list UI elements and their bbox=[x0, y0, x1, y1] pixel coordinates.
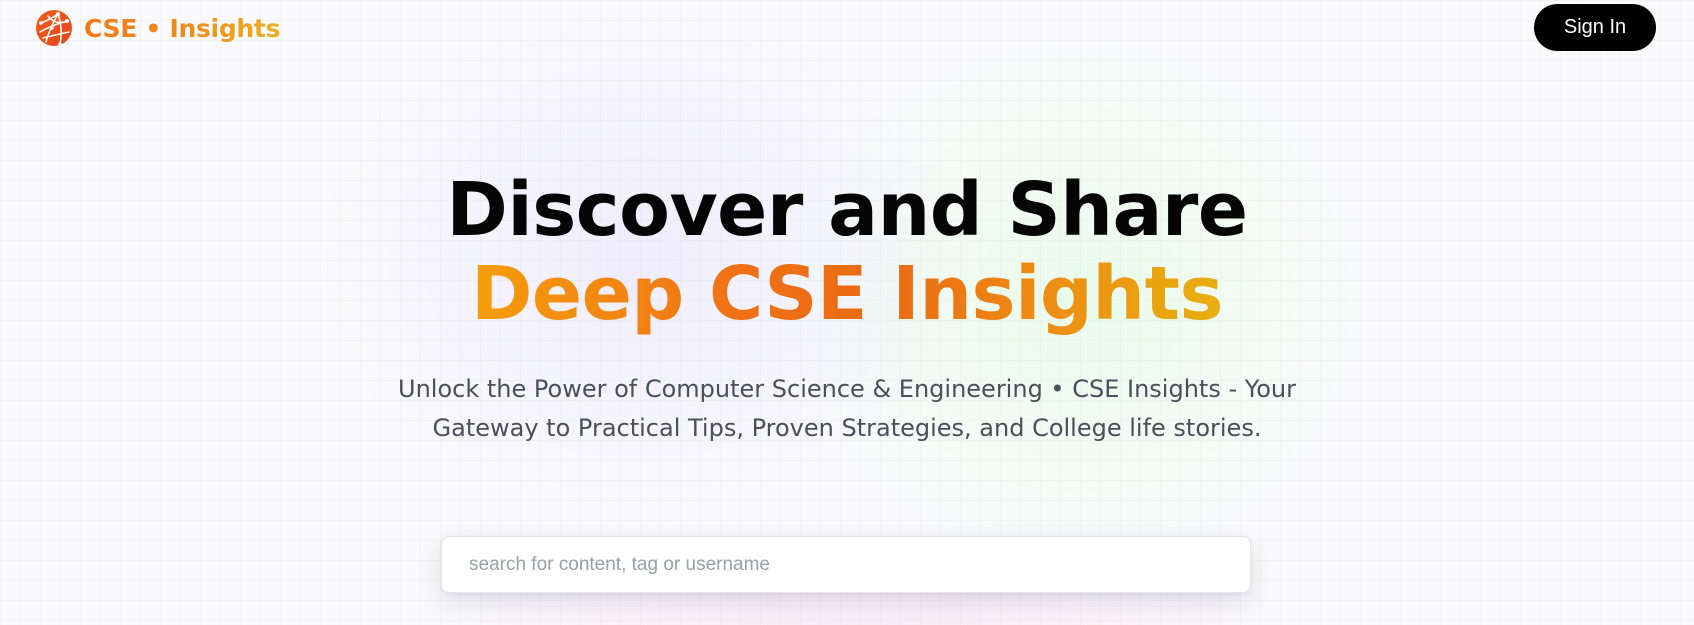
sign-in-button[interactable]: Sign In bbox=[1534, 4, 1656, 51]
globe-network-icon bbox=[34, 8, 74, 48]
search-box bbox=[441, 536, 1251, 593]
hero-subtitle-line-2: Gateway to Practical Tips, Proven Strate… bbox=[432, 414, 1262, 442]
hero-subtitle: Unlock the Power of Computer Science & E… bbox=[367, 370, 1327, 448]
search-input[interactable] bbox=[442, 537, 1250, 592]
hero-title-line-1: Discover and Share bbox=[446, 167, 1248, 253]
brand-home-link[interactable]: CSE • Insights bbox=[34, 8, 280, 48]
hero-title-accent-line: Deep CSE Insights bbox=[470, 251, 1224, 337]
hero-section: Discover and Share Deep CSE Insights Unl… bbox=[0, 168, 1694, 448]
brand-name: CSE • Insights bbox=[84, 13, 281, 43]
hero-title: Discover and Share Deep CSE Insights bbox=[0, 168, 1694, 336]
hero-subtitle-line-1: Unlock the Power of Computer Science & E… bbox=[398, 375, 1296, 403]
top-nav: CSE • Insights Sign In bbox=[0, 0, 1694, 56]
